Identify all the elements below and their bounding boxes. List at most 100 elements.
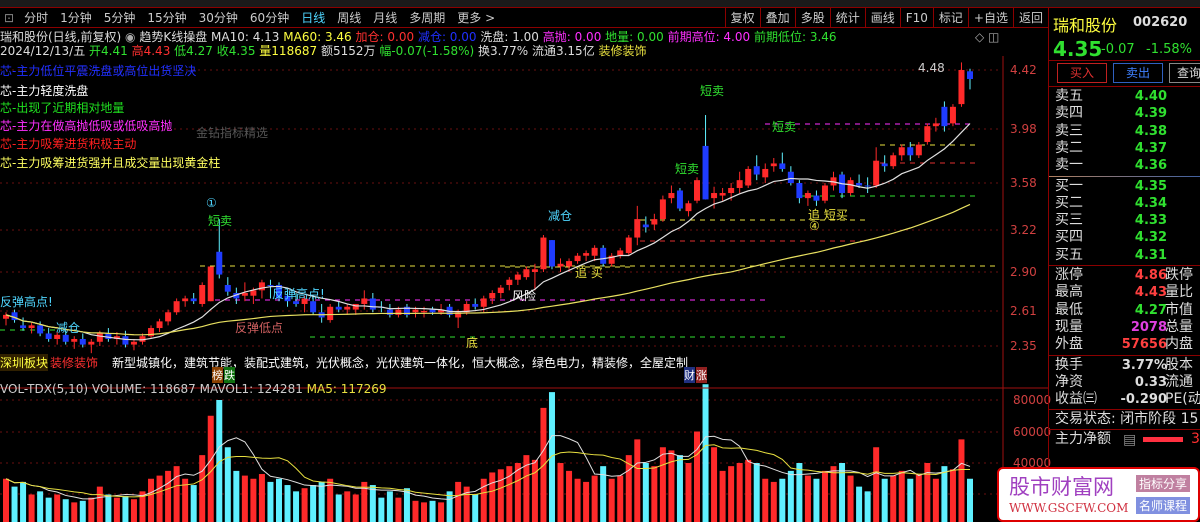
volume-bar [318, 481, 325, 522]
candle-body [804, 193, 811, 199]
candle-body [745, 168, 752, 186]
candle-body [873, 160, 880, 186]
volume-value: VOLUME: 118687 [91, 382, 196, 396]
volume-indicator-name[interactable]: VOL-TDX(5,10) [0, 382, 88, 396]
short-sell-label: 短卖 [208, 214, 233, 228]
row-label: 买五 [1055, 246, 1083, 263]
candle-body [421, 311, 428, 313]
stat-row: 现量 2078 总量 [1055, 319, 1200, 336]
candle-body [344, 306, 351, 310]
bid-row: 买五 4.31 [1055, 247, 1200, 264]
candle-body [813, 195, 820, 201]
volume-bar [898, 470, 905, 522]
volume-bar [694, 431, 701, 522]
candle-body [369, 298, 376, 310]
legend-item: 芯-出现了近期相对地量 [0, 101, 125, 115]
row-label-right: 内盘 [1165, 336, 1193, 353]
volume-bar [301, 488, 308, 522]
row-label: 卖一 [1055, 157, 1083, 174]
candle-body [566, 261, 573, 267]
query-button[interactable]: 查询 [1169, 63, 1200, 83]
rebound-high-label: 反弹高点! [0, 295, 53, 309]
row-label: 买二 [1055, 194, 1083, 211]
candle-body [548, 240, 555, 267]
buy-button[interactable]: 买入 [1057, 63, 1107, 83]
volume-bar [310, 485, 317, 522]
candle-body [770, 163, 777, 167]
candle-body [122, 336, 129, 345]
price-change: -0.07 [1101, 42, 1135, 57]
price-change-pct: -1.58% [1146, 42, 1192, 57]
volume-bar [924, 463, 931, 522]
volume-bar [130, 499, 137, 522]
candle-body [207, 266, 214, 302]
row-label-right: 市值 [1165, 301, 1193, 318]
reduce-label: 减仓 [56, 321, 81, 335]
volume-bar [967, 478, 973, 522]
volume-bar [702, 384, 709, 522]
sector-tag[interactable]: 装修装饰 [50, 354, 98, 371]
high-price-marker: 4.48 [918, 61, 945, 75]
mavol1-value: MAVOL1: 124281 [199, 382, 303, 396]
volume-bar [20, 481, 27, 522]
volume-bar [429, 500, 436, 522]
table-icon[interactable]: ▤ [1123, 432, 1136, 449]
price-tick: 2.61 [1010, 304, 1037, 318]
volume-bar [105, 494, 112, 522]
volume-bar [881, 478, 888, 522]
volume-bar [711, 447, 718, 522]
down-tag[interactable]: 跌 [224, 367, 235, 383]
volume-bar [804, 475, 811, 522]
candle-body [907, 147, 914, 156]
volume-bar [745, 459, 752, 522]
candle-body [625, 237, 632, 254]
up-tag[interactable]: 涨 [696, 367, 707, 383]
candle-body [531, 269, 538, 272]
sell-button[interactable]: 卖出 [1113, 63, 1163, 83]
volume-bar [37, 491, 44, 522]
volume-bar [156, 475, 163, 522]
volume-bar [839, 463, 846, 522]
volume-bar [779, 478, 786, 522]
price-tick: 4.42 [1010, 63, 1037, 77]
row-label: 净资 [1055, 373, 1083, 390]
last-price: 4.35 [1053, 37, 1103, 61]
volume-bar [378, 497, 385, 522]
rebound-high-label: 反弹高点! [272, 287, 325, 301]
candle-body [600, 247, 607, 264]
stat-row: 最低 4.27 市值 [1055, 302, 1200, 319]
finance-tag[interactable]: 财 [684, 367, 695, 383]
volume-bar [386, 491, 393, 522]
volume-bar [642, 463, 649, 522]
volume-bar [915, 474, 922, 522]
volume-bar [634, 439, 641, 522]
stat-row: 净资 0.33 流通 [1055, 374, 1200, 391]
row-label: 最低 [1055, 301, 1083, 318]
candle-body [651, 219, 658, 225]
bottom-label: 底 [466, 336, 479, 350]
tag-indicator-share[interactable]: 指标分享 [1136, 475, 1191, 492]
list-tag[interactable]: 榜 [212, 367, 223, 383]
volume-bar [293, 491, 300, 522]
volume-bar [267, 481, 274, 522]
shenzhen-board-tag[interactable]: 深圳板块 [0, 354, 49, 371]
candle-body [335, 306, 342, 310]
volume-bar [113, 497, 120, 522]
candle-body [96, 333, 103, 342]
tag-courses[interactable]: 名师课程 [1136, 497, 1191, 514]
row-value: 4.37 [1134, 140, 1167, 156]
volume-bar [796, 463, 803, 522]
volume-bar [335, 494, 342, 522]
candle-body [165, 312, 172, 322]
candle-body [958, 70, 965, 105]
row-label: 涨停 [1055, 267, 1083, 283]
candle-body [685, 203, 692, 212]
volume-bar [241, 475, 248, 522]
candle-body [728, 187, 735, 194]
candle-body [634, 219, 641, 238]
volume-bar [11, 486, 18, 522]
row-label: 现量 [1055, 318, 1083, 335]
rebound-low-label: 反弹低点 [235, 321, 284, 335]
volume-bar [787, 470, 794, 522]
volume-bar [676, 455, 683, 522]
